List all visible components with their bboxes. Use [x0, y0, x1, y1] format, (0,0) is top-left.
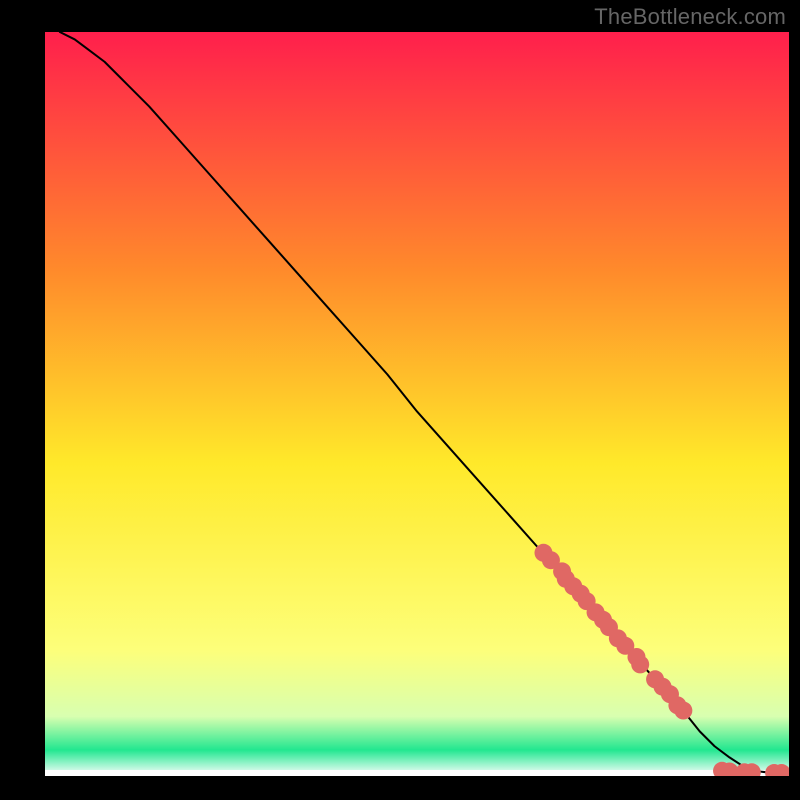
chart-svg: [45, 32, 789, 776]
plot-area: [45, 32, 789, 776]
data-marker: [674, 702, 692, 720]
watermark-text: TheBottleneck.com: [594, 4, 786, 30]
base-strip: [45, 770, 789, 776]
gradient-background: [45, 32, 789, 776]
data-marker: [631, 655, 649, 673]
chart-frame: TheBottleneck.com: [0, 0, 800, 800]
